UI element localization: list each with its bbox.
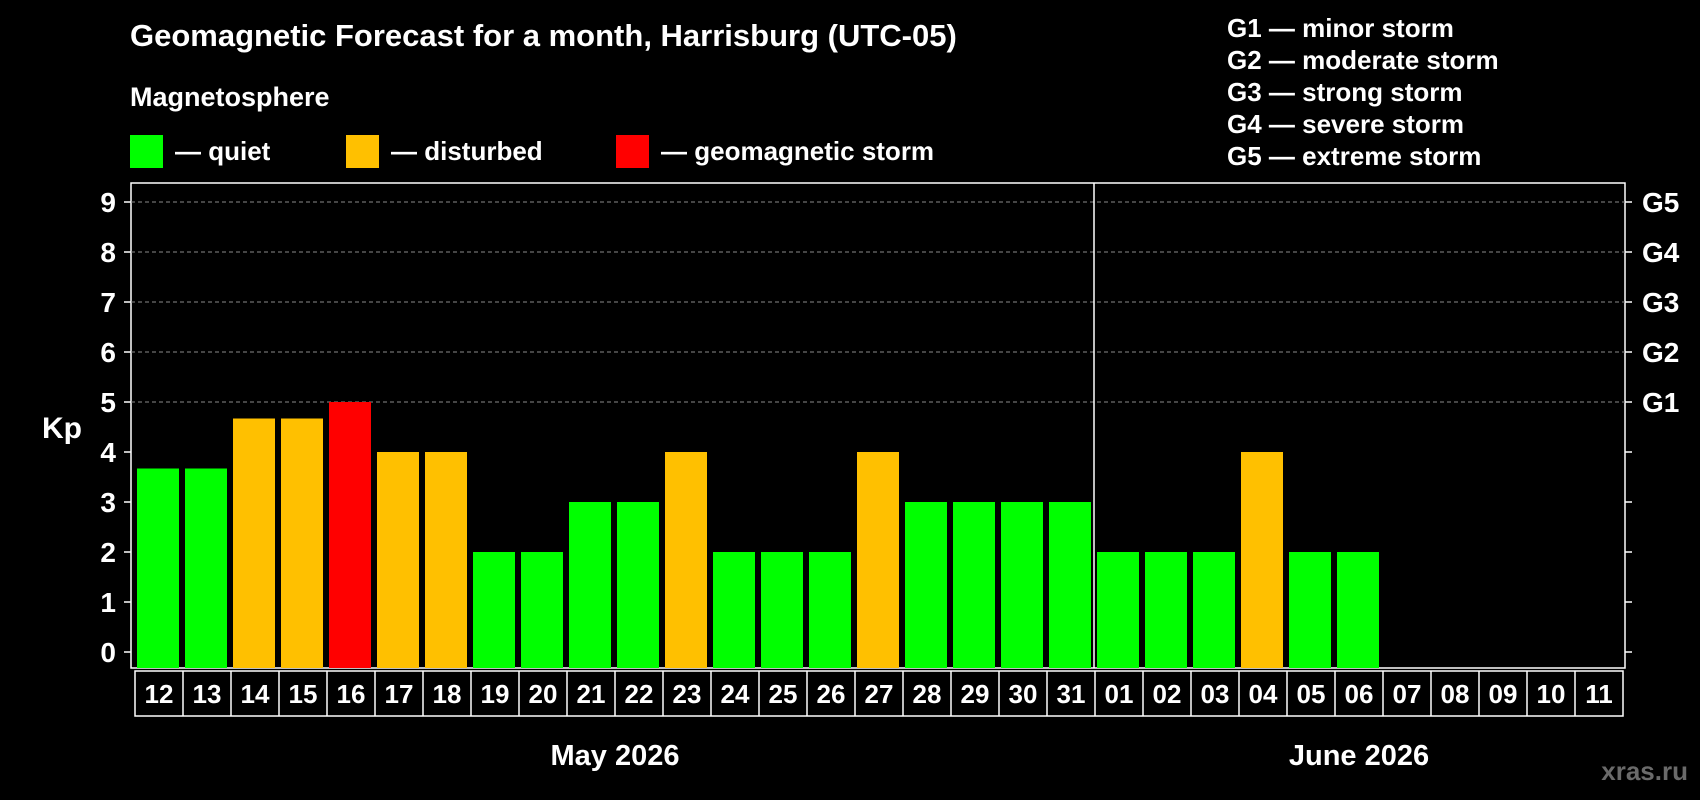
date-label-25-13: 25 bbox=[769, 679, 798, 709]
date-label-29-17: 29 bbox=[961, 679, 990, 709]
date-label-22-10: 22 bbox=[625, 679, 654, 709]
date-label-03-22: 03 bbox=[1201, 679, 1230, 709]
date-label-12-0: 12 bbox=[145, 679, 174, 709]
bar-day-15-3 bbox=[281, 418, 323, 668]
date-label-06-25: 06 bbox=[1345, 679, 1374, 709]
date-label-27-15: 27 bbox=[865, 679, 894, 709]
bar-day-19-7 bbox=[473, 552, 515, 668]
bar-day-18-6 bbox=[425, 452, 467, 668]
month-label: May 2026 bbox=[551, 740, 680, 772]
date-label-26-14: 26 bbox=[817, 679, 846, 709]
date-label-17-5: 17 bbox=[385, 679, 414, 709]
bar-day-05-24 bbox=[1289, 552, 1331, 668]
bar-day-04-23 bbox=[1241, 452, 1283, 668]
date-label-24-12: 24 bbox=[721, 679, 750, 709]
bar-day-20-8 bbox=[521, 552, 563, 668]
right-axis-label-g3: G3 bbox=[1642, 287, 1679, 318]
y-tick-label-4: 4 bbox=[100, 437, 116, 468]
date-label-11-30: 11 bbox=[1585, 679, 1613, 709]
bar-day-26-14 bbox=[809, 552, 851, 668]
y-tick-label-5: 5 bbox=[100, 387, 116, 418]
date-label-20-8: 20 bbox=[529, 679, 558, 709]
date-label-18-6: 18 bbox=[433, 679, 462, 709]
date-label-04-23: 04 bbox=[1249, 679, 1278, 709]
bar-day-30-18 bbox=[1001, 502, 1043, 668]
bar-day-24-12 bbox=[713, 552, 755, 668]
date-label-23-11: 23 bbox=[673, 679, 702, 709]
date-label-07-26: 07 bbox=[1393, 679, 1422, 709]
right-axis-label-g5: G5 bbox=[1642, 187, 1679, 218]
bar-day-16-4 bbox=[329, 402, 371, 668]
bar-day-13-1 bbox=[185, 468, 227, 668]
bar-day-14-2 bbox=[233, 418, 275, 668]
date-label-19-7: 19 bbox=[481, 679, 510, 709]
month-label: June 2026 bbox=[1289, 740, 1429, 772]
date-label-08-27: 08 bbox=[1441, 679, 1470, 709]
date-label-14-2: 14 bbox=[241, 679, 270, 709]
date-label-10-29: 10 bbox=[1537, 679, 1566, 709]
bar-day-25-13 bbox=[761, 552, 803, 668]
date-label-15-3: 15 bbox=[289, 679, 318, 709]
bar-day-28-16 bbox=[905, 502, 947, 668]
date-label-28-16: 28 bbox=[913, 679, 942, 709]
bar-day-06-25 bbox=[1337, 552, 1379, 668]
y-tick-label-1: 1 bbox=[100, 587, 116, 618]
date-label-09-28: 09 bbox=[1489, 679, 1518, 709]
date-label-16-4: 16 bbox=[337, 679, 366, 709]
y-tick-label-2: 2 bbox=[100, 537, 116, 568]
date-label-01-20: 01 bbox=[1105, 679, 1134, 709]
date-label-30-18: 30 bbox=[1009, 679, 1038, 709]
y-tick-label-7: 7 bbox=[100, 287, 116, 318]
y-tick-label-8: 8 bbox=[100, 237, 116, 268]
date-label-02-21: 02 bbox=[1153, 679, 1182, 709]
y-axis-label: Kp bbox=[42, 412, 82, 445]
bar-day-17-5 bbox=[377, 452, 419, 668]
y-tick-label-0: 0 bbox=[100, 637, 116, 668]
date-label-31-19: 31 bbox=[1057, 679, 1086, 709]
bar-day-29-17 bbox=[953, 502, 995, 668]
date-label-21-9: 21 bbox=[577, 679, 606, 709]
bar-day-12-0 bbox=[137, 468, 179, 668]
bar-day-22-10 bbox=[617, 502, 659, 668]
bar-day-21-9 bbox=[569, 502, 611, 668]
kp-bar-chart: 0123456789G1G2G3G4G5Kp12 13 14 15 16 17 18 19 20… bbox=[42, 182, 1680, 772]
right-axis-label-g2: G2 bbox=[1642, 337, 1679, 368]
bar-day-31-19 bbox=[1049, 502, 1091, 668]
bar-day-27-15 bbox=[857, 452, 899, 668]
date-label-13-1: 13 bbox=[193, 679, 222, 709]
watermark: xras.ru bbox=[1601, 756, 1688, 786]
date-label-05-24: 05 bbox=[1297, 679, 1326, 709]
right-axis-label-g4: G4 bbox=[1642, 237, 1680, 268]
bar-day-02-21 bbox=[1145, 552, 1187, 668]
bar-day-23-11 bbox=[665, 452, 707, 668]
y-tick-label-6: 6 bbox=[100, 337, 116, 368]
y-tick-label-3: 3 bbox=[100, 487, 116, 518]
y-tick-label-9: 9 bbox=[100, 187, 116, 218]
bar-day-01-20 bbox=[1097, 552, 1139, 668]
right-axis-label-g1: G1 bbox=[1642, 387, 1679, 418]
bar-day-03-22 bbox=[1193, 552, 1235, 668]
